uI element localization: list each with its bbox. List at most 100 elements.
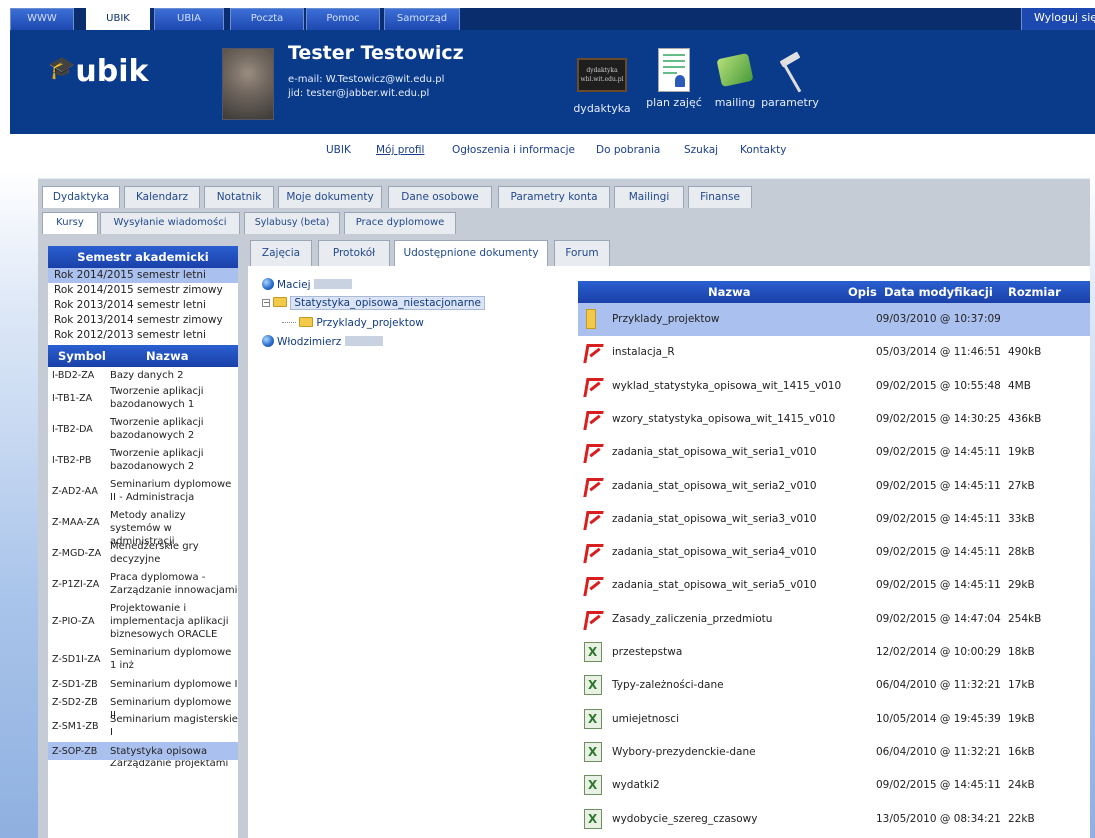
tab-wysylanie-wiadomosci[interactable]: Wysyłanie wiadomości <box>100 212 240 234</box>
file-row[interactable]: wydatki2 09/02/2015 @ 14:45:11 24kB <box>578 769 1090 802</box>
course-name: Projektowanie i implementacja aplikacji … <box>110 603 229 640</box>
course-row[interactable]: I-TB2-DA Tworzenie aplikacji bazodanowych… <box>48 414 238 445</box>
course-row[interactable]: Z-MGD-ZA Menedżerskie gry decyzyjne <box>48 538 238 569</box>
file-row[interactable]: Przyklady_projektow 09/03/2010 @ 10:37:09 <box>578 303 1090 336</box>
file-row[interactable]: zadania_stat_opisowa_wit_seria4_v010 09/0… <box>578 536 1090 569</box>
file-size: 22kB <box>1008 812 1035 825</box>
col-rozmiar[interactable]: Rozmiar <box>1008 281 1061 303</box>
course-row[interactable]: Z-PIO-ZA Projektowanie i implementacja ap… <box>48 600 238 644</box>
tab-udostepnione-dokumenty[interactable]: Udostępnione dokumenty <box>394 240 548 266</box>
course-row[interactable]: Zarządzanie projektami <box>48 760 238 770</box>
file-name[interactable]: zadania_stat_opisowa_wit_seria5_v010 <box>612 579 817 591</box>
collapse-icon[interactable]: − <box>262 299 270 307</box>
ubik-logo[interactable]: 🎓ubik <box>48 54 148 89</box>
file-row[interactable]: zadania_stat_opisowa_wit_seria2_v010 09/0… <box>578 470 1090 503</box>
course-row[interactable]: I-TB2-PB Tworzenie aplikacji bazodanowych… <box>48 445 238 476</box>
course-row[interactable]: I-BD2-ZA Bazy danych 2 <box>48 367 238 383</box>
tree-node-maciej[interactable]: Maciej <box>262 278 352 291</box>
course-row[interactable]: Z-SD1-ZB Seminarium dyplomowe I <box>48 675 238 693</box>
tab-forum[interactable]: Forum <box>554 240 610 266</box>
tab-notatnik[interactable]: Notatnik <box>204 186 274 208</box>
parametry-tool[interactable]: parametry <box>758 51 822 109</box>
semester-item[interactable]: Rok 2014/2015 semestr letni <box>48 268 238 283</box>
tab-zajecia[interactable]: Zajęcia <box>250 240 312 266</box>
subnav-szukaj[interactable]: Szukaj <box>684 144 718 156</box>
file-size: 254kB <box>1008 612 1042 625</box>
file-name[interactable]: instalacja_R <box>612 346 675 358</box>
subnav-do-pobrania[interactable]: Do pobrania <box>596 144 660 156</box>
file-row[interactable]: Typy-zależności-dane 06/04/2010 @ 11:32:2… <box>578 669 1090 702</box>
file-row[interactable]: Wybory-prezydenckie-dane 06/04/2010 @ 11:… <box>578 736 1090 769</box>
col-opis[interactable]: Opis <box>848 281 877 303</box>
top-tab-www[interactable]: WWW <box>10 8 74 30</box>
tab-dydaktyka[interactable]: Dydaktyka <box>42 186 120 208</box>
tab-mailingi[interactable]: Mailingi <box>614 186 684 208</box>
file-name[interactable]: przestepstwa <box>612 646 682 658</box>
col-data[interactable]: Data modyfikacji <box>884 281 993 303</box>
semester-item[interactable]: Rok 2014/2015 semestr zimowy <box>48 283 238 298</box>
tab-sylabusy[interactable]: Sylabusy (beta) <box>244 212 340 234</box>
tab-kursy[interactable]: Kursy <box>42 212 98 234</box>
file-name[interactable]: Wybory-prezydenckie-dane <box>612 746 756 758</box>
tab-prace-dyplomowe[interactable]: Prace dyplomowe <box>344 212 456 234</box>
tree-node-przyklady[interactable]: Przyklady_projektow <box>282 317 424 329</box>
file-name[interactable]: wyklad_statystyka_opisowa_wit_1415_v010 <box>612 380 841 392</box>
file-row[interactable]: przestepstwa 12/02/2014 @ 10:00:29 18kB <box>578 636 1090 669</box>
file-row[interactable]: zadania_stat_opisowa_wit_seria3_v010 09/0… <box>578 503 1090 536</box>
top-tab-poczta[interactable]: Poczta <box>230 8 304 30</box>
semester-item[interactable]: Rok 2013/2014 semestr letni <box>48 298 238 313</box>
top-tab-samorzad[interactable]: Samorząd <box>384 8 460 30</box>
course-row-selected[interactable]: Z-SOP-ZB Statystyka opisowa <box>48 742 238 760</box>
file-row[interactable]: wyklad_statystyka_opisowa_wit_1415_v010 0… <box>578 370 1090 403</box>
file-row[interactable]: wydobycie_szereg_czasowy 13/05/2010 @ 08:… <box>578 803 1090 836</box>
subnav-kontakty[interactable]: Kontakty <box>740 144 786 156</box>
top-tab-ubia[interactable]: UBIA <box>154 8 224 30</box>
plan-zajec-tool[interactable]: plan zajęć <box>644 48 704 109</box>
file-row[interactable]: umiejetnosci 10/05/2014 @ 19:45:39 19kB <box>578 703 1090 736</box>
subnav-ubik[interactable]: UBIK <box>326 144 351 156</box>
top-tab-ubik[interactable]: UBIK <box>86 8 150 30</box>
file-row[interactable]: instalacja_R 05/03/2014 @ 11:46:51 490kB <box>578 336 1090 369</box>
file-name[interactable]: Typy-zależności-dane <box>612 679 724 691</box>
tab-parametry-konta[interactable]: Parametry konta <box>498 186 610 208</box>
file-name[interactable]: wydatki2 <box>612 779 660 791</box>
course-row[interactable]: Z-MAA-ZA Metody analizy systemów w admini… <box>48 507 238 547</box>
tab-dane-osobowe[interactable]: Dane osobowe <box>388 186 492 208</box>
course-row[interactable]: I-TB1-ZA Tworzenie aplikacji bazodanowych… <box>48 383 238 414</box>
tab-finanse[interactable]: Finanse <box>688 186 752 208</box>
col-nazwa[interactable]: Nazwa <box>708 281 750 303</box>
file-name[interactable]: Przyklady_projektow <box>612 313 720 325</box>
dydaktyka-tool[interactable]: dydaktyka wbl.wit.edu.pl dydaktyka <box>570 52 634 115</box>
subnav-ogloszenia[interactable]: Ogłoszenia i informacje <box>452 144 575 156</box>
tab-moje-dokumenty[interactable]: Moje dokumenty <box>278 186 382 208</box>
file-name[interactable]: zadania_stat_opisowa_wit_seria2_v010 <box>612 480 817 492</box>
tab-kalendarz[interactable]: Kalendarz <box>124 186 200 208</box>
course-row[interactable]: Z-P1ZI-ZA Praca dyplomowa - Zarządzanie i… <box>48 569 238 600</box>
file-name[interactable]: Zasady_zaliczenia_przedmiotu <box>612 613 772 625</box>
tree-node-wlodzimierz[interactable]: Włodzimierz <box>262 335 383 348</box>
course-name: Tworzenie aplikacji bazodanowych 2 <box>110 417 204 441</box>
file-row[interactable]: zadania_stat_opisowa_wit_seria5_v010 09/0… <box>578 569 1090 602</box>
logout-button[interactable]: Wyloguj się <box>1021 8 1095 30</box>
course-row[interactable]: Z-SD1I-ZA Seminarium dyplomowe 1 inż <box>48 644 238 675</box>
subnav-moj-profil[interactable]: Mój profil <box>376 144 424 156</box>
tab-protokol[interactable]: Protokół <box>318 240 390 266</box>
tree-node-statystyka[interactable]: − Statystyka_opisowa_niestacjonarne <box>262 296 485 310</box>
course-row[interactable]: Z-SD2-ZB Seminarium dyplomowe II <box>48 693 238 721</box>
mailing-tool[interactable]: mailing <box>710 52 760 109</box>
semester-item[interactable]: Rok 2013/2014 semestr zimowy <box>48 313 238 328</box>
file-name[interactable]: zadania_stat_opisowa_wit_seria4_v010 <box>612 546 817 558</box>
top-tab-pomoc[interactable]: Pomoc <box>306 8 380 30</box>
course-row[interactable]: Z-AD2-AA Seminarium dyplomowe II - Admini… <box>48 476 238 507</box>
file-row[interactable]: wzory_statystyka_opisowa_wit_1415_v010 09… <box>578 403 1090 436</box>
file-name[interactable]: wzory_statystyka_opisowa_wit_1415_v010 <box>612 413 835 425</box>
course-row[interactable]: Z-SM1-ZB Seminarium magisterskie I <box>48 711 238 742</box>
file-row[interactable]: zadania_stat_opisowa_wit_seria1_v010 09/0… <box>578 436 1090 469</box>
semester-item[interactable]: Rok 2012/2013 semestr letni <box>48 328 238 343</box>
file-name[interactable]: wydobycie_szereg_czasowy <box>612 813 758 825</box>
file-name[interactable]: umiejetnosci <box>612 713 679 725</box>
file-row[interactable]: Zasady_zaliczenia_przedmiotu 09/02/2015 @… <box>578 603 1090 636</box>
user-jid: jid: tester@jabber.wit.edu.pl <box>288 88 430 99</box>
file-name[interactable]: zadania_stat_opisowa_wit_seria1_v010 <box>612 446 817 458</box>
file-name[interactable]: zadania_stat_opisowa_wit_seria3_v010 <box>612 513 817 525</box>
